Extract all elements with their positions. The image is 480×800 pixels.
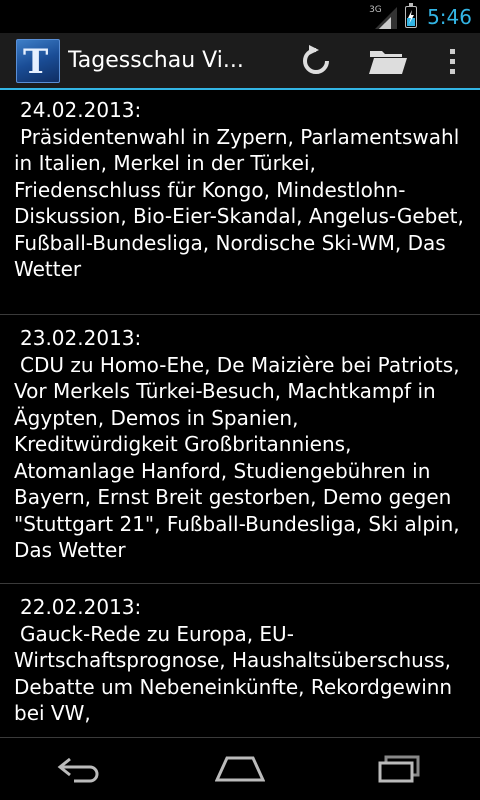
back-icon — [57, 757, 99, 783]
list-item[interactable]: 24.02.2013: Präsidentenwahl in Zypern, P… — [0, 90, 480, 315]
back-button[interactable] — [30, 741, 130, 797]
episode-date: 24.02.2013: — [20, 98, 142, 122]
recent-apps-button[interactable] — [350, 741, 450, 797]
episode-date: 22.02.2013: — [20, 595, 142, 619]
status-clock: 5:46 — [427, 4, 472, 29]
signal-icon — [375, 6, 398, 29]
action-bar: T Tagesschau Vi... — [0, 33, 480, 90]
overflow-menu-button[interactable] — [424, 33, 480, 89]
refresh-icon — [303, 44, 329, 74]
app-logo-icon[interactable]: T — [16, 38, 60, 83]
folder-icon — [369, 50, 407, 74]
recent-apps-icon — [378, 755, 420, 783]
list-item[interactable]: 23.02.2013: CDU zu Homo-Ehe, De Maizière… — [0, 315, 480, 584]
episode-topics: CDU zu Homo-Ehe, De Maizière bei Patriot… — [14, 352, 460, 563]
overflow-menu-icon — [450, 48, 455, 74]
battery-icon — [405, 2, 418, 28]
episode-date: 23.02.2013: — [20, 326, 142, 350]
open-folder-button[interactable] — [352, 33, 424, 89]
app-title: Tagesschau Vi... — [68, 48, 244, 73]
episode-topics: Präsidentenwahl in Zypern, Parlamentswah… — [14, 124, 464, 282]
signal-indicator: 3G — [369, 5, 399, 29]
refresh-button[interactable] — [280, 33, 352, 89]
status-bar: 3G 5:46 — [0, 0, 480, 33]
home-icon — [215, 756, 265, 782]
navigation-bar — [0, 738, 480, 800]
home-button[interactable] — [190, 741, 290, 797]
episode-list[interactable]: 24.02.2013: Präsidentenwahl in Zypern, P… — [0, 90, 480, 738]
list-item[interactable]: 22.02.2013: Gauck-Rede zu Europa, EU-Wir… — [0, 584, 480, 738]
episode-topics: Gauck-Rede zu Europa, EU-Wirtschaftsprog… — [14, 621, 453, 726]
